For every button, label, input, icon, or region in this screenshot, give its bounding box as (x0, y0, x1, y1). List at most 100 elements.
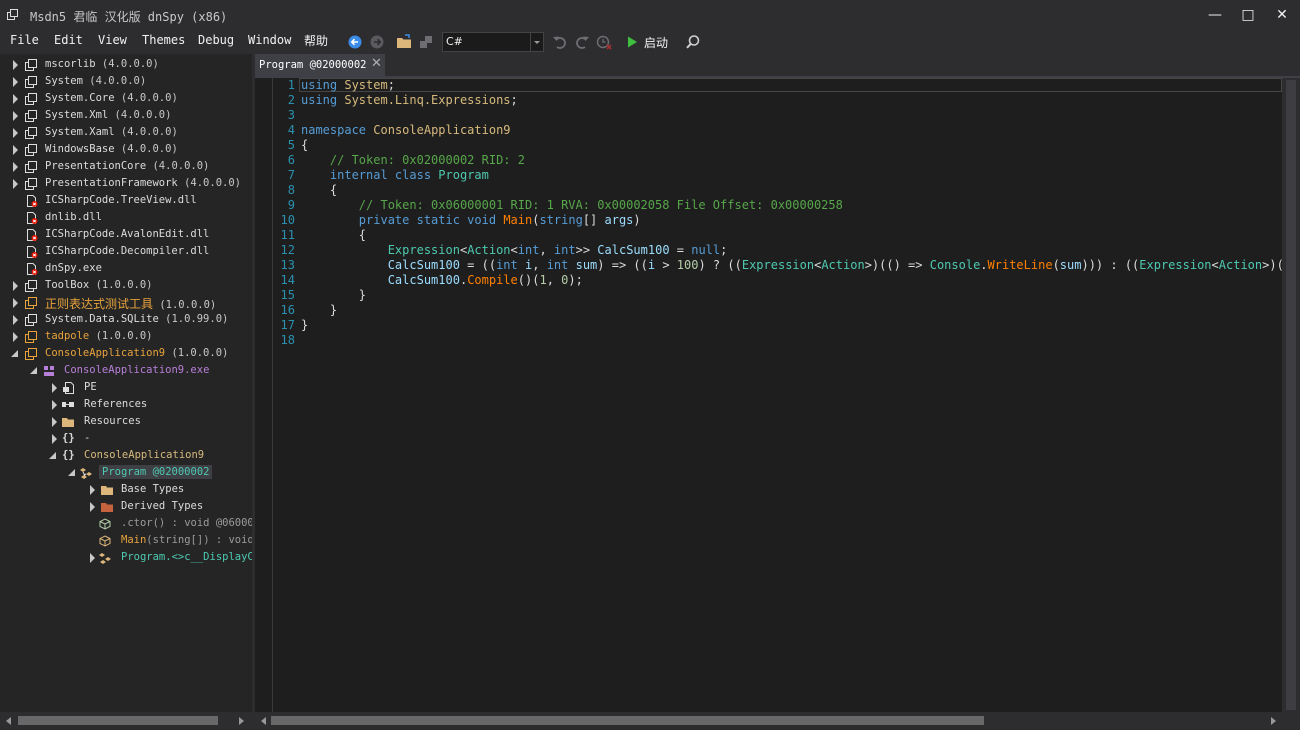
expand-arrow-icon[interactable] (13, 315, 18, 325)
line-number: 12 (280, 243, 295, 257)
menu-window[interactable]: Window (248, 33, 291, 47)
assembly-icon (25, 178, 37, 190)
method-icon (99, 518, 111, 530)
assembly-icon (25, 161, 37, 173)
forward-icon[interactable] (367, 32, 387, 52)
code-editor[interactable]: 1 2 3 4 5 6 7 8 9 10 11 12 13 14 15 16 1… (255, 78, 1282, 712)
file-error-icon (27, 212, 38, 224)
scroll-left-icon[interactable] (261, 717, 266, 725)
scroll-right-icon[interactable] (1271, 717, 1276, 725)
line-number: 13 (280, 258, 295, 272)
search-icon[interactable] (683, 32, 703, 52)
redo-icon[interactable] (572, 32, 592, 52)
menu-themes[interactable]: Themes (142, 33, 185, 47)
line-number: 2 (287, 93, 295, 107)
line-number: 11 (280, 228, 295, 242)
menu-edit[interactable]: Edit (54, 33, 83, 47)
expand-arrow-icon[interactable] (90, 553, 95, 563)
expand-arrow-icon[interactable] (52, 383, 57, 393)
code-line: namespace ConsoleApplication9 (301, 123, 511, 137)
current-line-highlight (299, 78, 1282, 92)
collapse-arrow-icon[interactable] (11, 350, 18, 357)
start-debug-icon[interactable] (622, 32, 642, 52)
scroll-left-icon[interactable] (6, 717, 11, 725)
expand-arrow-icon[interactable] (13, 162, 18, 172)
menu-help[interactable]: 帮助 (304, 32, 328, 49)
open-list-icon[interactable] (416, 32, 436, 52)
line-number: 6 (287, 153, 295, 167)
member-name: Main (121, 534, 147, 546)
namespace-name: ConsoleApplication9 (84, 449, 205, 461)
close-icon[interactable]: ✕ (371, 56, 382, 71)
expand-arrow-icon[interactable] (13, 60, 18, 70)
chevron-down-icon[interactable] (530, 33, 543, 51)
undo-icon[interactable] (550, 32, 570, 52)
file-name: dnSpy.exe (45, 262, 102, 274)
assembly-version: (4.0.0.0) (120, 143, 178, 155)
assembly-icon (25, 280, 37, 292)
collapse-arrow-icon[interactable] (49, 452, 56, 459)
menu-view[interactable]: View (98, 33, 127, 47)
language-select[interactable]: C# (442, 32, 544, 52)
file-error-icon (27, 263, 38, 275)
assembly-name: ConsoleApplication9 (45, 347, 166, 359)
expand-arrow-icon[interactable] (13, 128, 18, 138)
code-line: using System.Linq.Expressions; (301, 93, 518, 107)
expand-arrow-icon[interactable] (13, 94, 18, 104)
code-line: { (358, 228, 367, 242)
expand-arrow-icon[interactable] (90, 502, 95, 512)
close-button[interactable]: ✕ (1265, 0, 1299, 30)
code-line: } (301, 318, 309, 332)
expand-arrow-icon[interactable] (52, 417, 57, 427)
expand-arrow-icon[interactable] (90, 485, 95, 495)
collapse-arrow-icon[interactable] (68, 469, 75, 476)
scroll-right-icon[interactable] (239, 717, 244, 725)
scrollbar-thumb[interactable] (271, 716, 984, 725)
node-label: PE (84, 381, 97, 393)
tab-label: Program @02000002 (259, 59, 367, 71)
member-signature: () : void @060000 (152, 517, 252, 529)
line-number: 7 (287, 168, 295, 182)
expand-arrow-icon[interactable] (13, 298, 18, 308)
clear-history-icon[interactable] (594, 32, 614, 52)
menu-debug[interactable]: Debug (198, 33, 234, 47)
expand-arrow-icon[interactable] (13, 145, 18, 155)
file-name: dnlib.dll (45, 211, 102, 223)
assembly-version: (4.0.0.0) (120, 126, 178, 138)
code-line: internal class Program (329, 168, 489, 182)
namespace-icon: {} (62, 432, 75, 444)
assembly-name: mscorlib (45, 58, 96, 70)
maximize-button[interactable]: □ (1231, 0, 1265, 30)
line-number: 14 (280, 273, 295, 287)
expand-arrow-icon[interactable] (13, 332, 18, 342)
expand-arrow-icon[interactable] (13, 77, 18, 87)
namespace-icon: {} (62, 449, 75, 461)
tree-horizontal-scrollbar[interactable] (0, 712, 252, 730)
scrollbar-thumb[interactable] (18, 716, 218, 725)
line-number: 5 (287, 138, 295, 152)
expand-arrow-icon[interactable] (13, 111, 18, 121)
code-line: { (301, 138, 309, 152)
scrollbar-thumb[interactable] (1286, 80, 1296, 710)
menu-file[interactable]: File (10, 33, 39, 47)
line-number: 15 (280, 288, 295, 302)
node-label: Derived Types (121, 500, 204, 512)
expand-arrow-icon[interactable] (52, 400, 57, 410)
open-folder-icon[interactable] (394, 32, 414, 52)
start-debug-button[interactable]: 启动 (644, 34, 668, 51)
minimize-button[interactable]: — (1198, 0, 1232, 30)
back-icon[interactable] (345, 32, 365, 52)
assembly-name: WindowsBase (45, 143, 115, 155)
expand-arrow-icon[interactable] (13, 281, 18, 291)
assembly-name: System.Data.SQLite (45, 313, 159, 325)
class-icon (99, 553, 111, 564)
code-line: { (329, 183, 338, 197)
pe-file-icon (63, 382, 74, 394)
expand-arrow-icon[interactable] (13, 179, 18, 189)
expand-arrow-icon[interactable] (52, 434, 57, 444)
tab-program[interactable]: Program @02000002 ✕ (255, 54, 385, 76)
editor-horizontal-scrollbar[interactable] (255, 712, 1300, 730)
editor-vertical-scrollbar[interactable] (1282, 78, 1300, 712)
file-name: ICSharpCode.TreeView.dll (45, 194, 197, 206)
collapse-arrow-icon[interactable] (30, 367, 37, 374)
